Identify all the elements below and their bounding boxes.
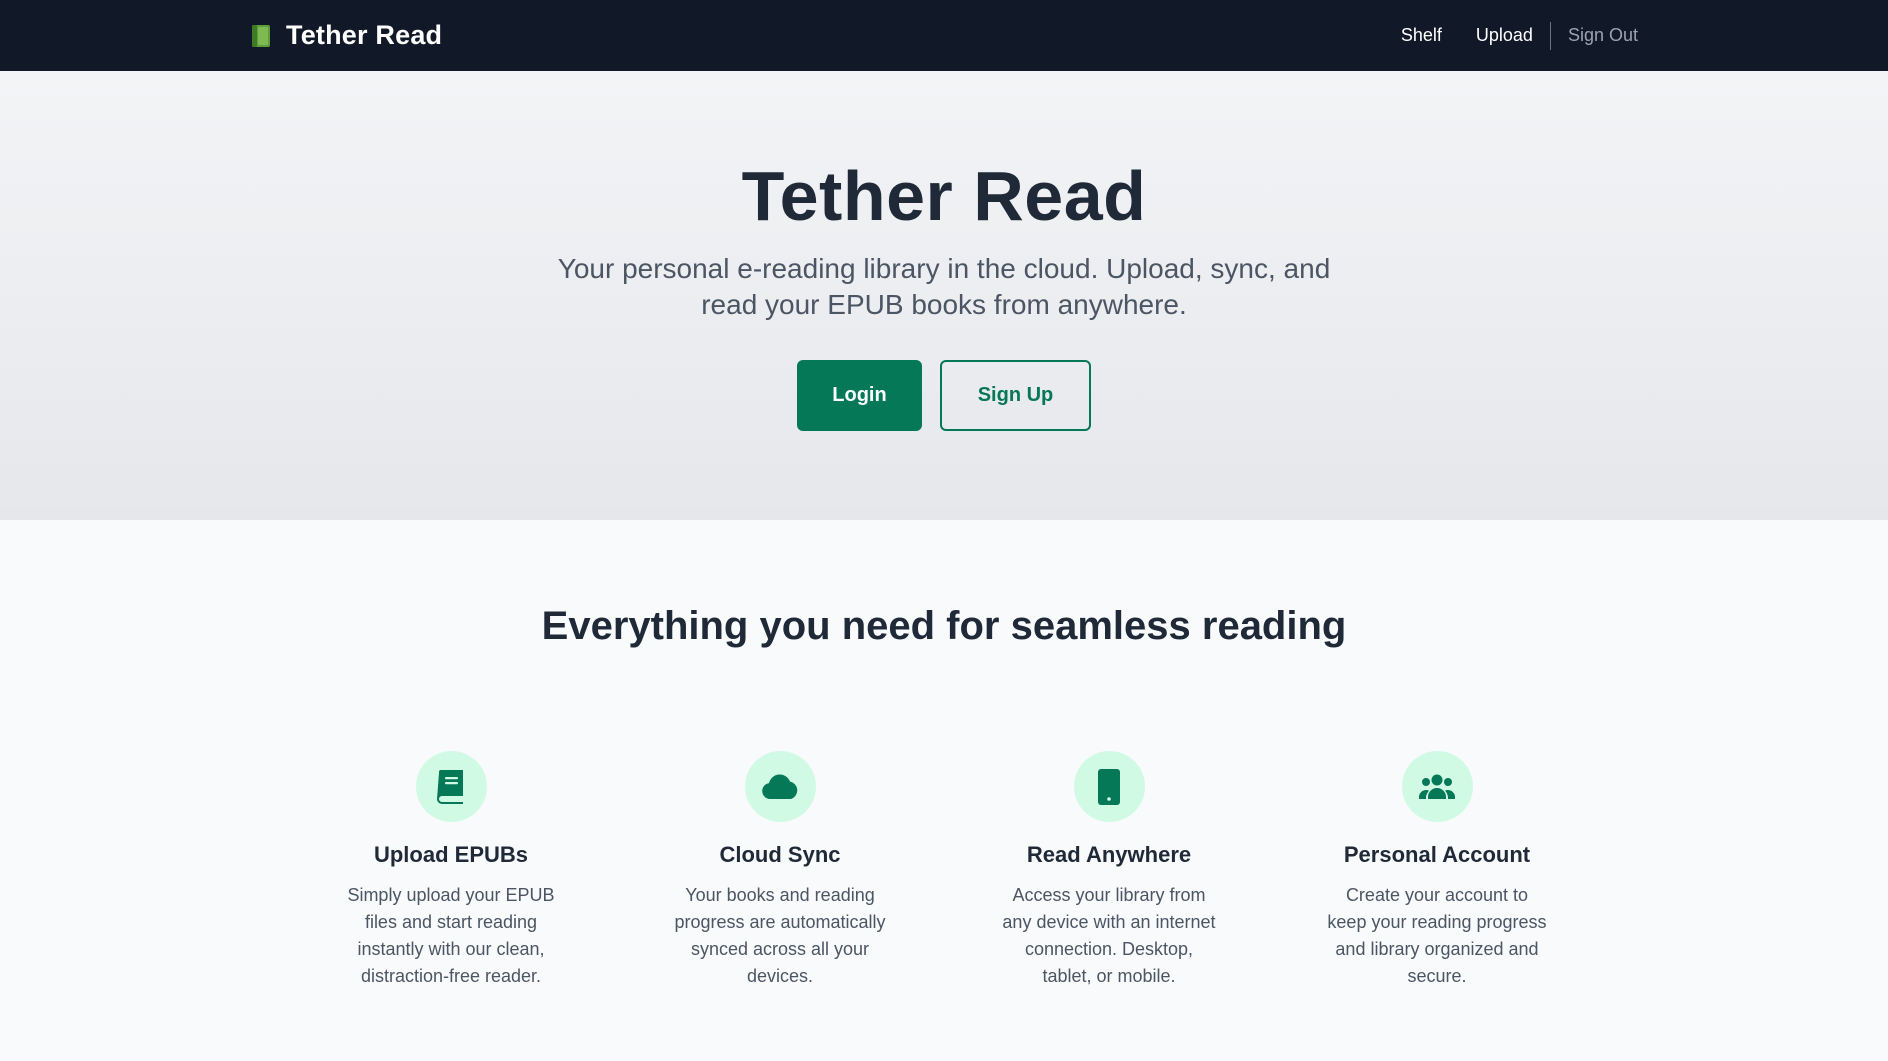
feature-description: Simply upload your EPUB files and start … [347, 885, 555, 986]
features-section: Everything you need for seamless reading… [0, 520, 1888, 1061]
feature-icon-circle [1073, 751, 1145, 822]
hero-section: Tether Read Your personal e-reading libr… [0, 71, 1888, 520]
sign-up-button[interactable]: Sign Up [940, 360, 1091, 431]
feature-title: Personal Account [1343, 842, 1531, 867]
hero-title: Tether Read [741, 157, 1147, 235]
feature-card-personal-account: Personal Account Create your account to … [1307, 751, 1567, 990]
login-button[interactable]: Login [797, 360, 922, 431]
brand-link[interactable]: Tether Read [250, 0, 442, 71]
features-heading: Everything you need for seamless reading [541, 604, 1347, 648]
feature-card-cloud-sync: Cloud Sync Your books and reading progre… [650, 751, 910, 990]
top-navbar: Tether Read Shelf Upload Sign Out [0, 0, 1888, 71]
feature-icon-circle [415, 751, 487, 822]
feature-icon-circle [744, 751, 816, 822]
hero-buttons: Login Sign Up [0, 360, 1888, 431]
nav-links: Shelf Upload Sign Out [1384, 0, 1638, 71]
feature-description: Access your library from any device with… [1002, 885, 1216, 986]
feature-card-upload: Upload EPUBs Simply upload your EPUB fil… [321, 751, 581, 990]
nav-link-sign-out[interactable]: Sign Out [1551, 25, 1638, 46]
brand-title: Tether Read [286, 20, 443, 50]
users-icon [1419, 774, 1455, 799]
nav-link-upload[interactable]: Upload [1459, 25, 1550, 46]
feature-icon-circle [1401, 751, 1473, 822]
feature-title: Read Anywhere [1026, 842, 1192, 867]
book-icon [437, 769, 463, 804]
green-book-icon [252, 24, 270, 47]
feature-description: Create your account to keep your reading… [1327, 885, 1547, 986]
hero-subtitle: Your personal e-reading library in the c… [557, 253, 1331, 320]
mobile-icon [1098, 768, 1120, 805]
nav-link-shelf[interactable]: Shelf [1384, 25, 1459, 46]
cloud-icon [762, 774, 798, 799]
feature-description: Your books and reading progress are auto… [674, 885, 886, 986]
feature-title: Cloud Sync [719, 842, 841, 867]
feature-card-read-anywhere: Read Anywhere Access your library from a… [979, 751, 1239, 990]
feature-title: Upload EPUBs [373, 842, 529, 867]
